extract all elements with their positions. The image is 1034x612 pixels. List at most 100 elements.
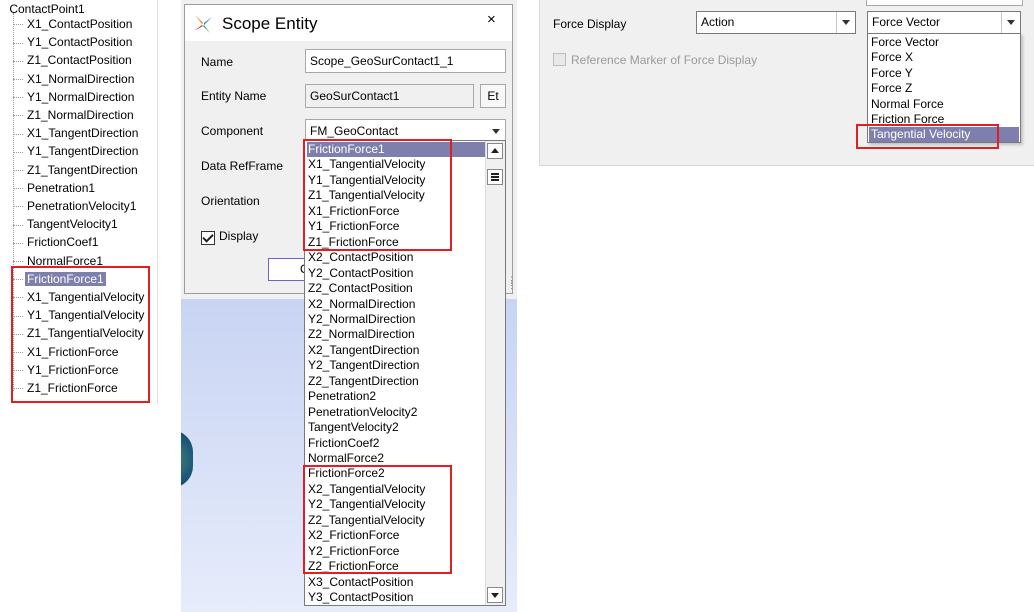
tree-item-label: FrictionForce1 <box>25 271 106 286</box>
tree-root-item[interactable]: ContactPoint1 <box>4 2 84 16</box>
tree-item-label: Z1_FrictionForce <box>27 381 118 395</box>
tree-item[interactable]: Z1_FrictionForce <box>13 380 120 397</box>
dropdown-option[interactable]: Z1_FrictionForce <box>307 235 486 250</box>
tree-item[interactable]: X1_TangentialVelocity <box>13 289 146 306</box>
chevron-down-icon[interactable] <box>836 12 855 33</box>
dropdown-option[interactable]: FrictionCoef2 <box>307 436 486 451</box>
tree-item[interactable]: X1_TangentDirection <box>13 125 140 142</box>
entity-name-field[interactable]: GeoSurContact1 <box>305 84 474 108</box>
dropdown-option[interactable]: Y3_ContactPosition <box>307 590 486 605</box>
dropdown-option[interactable]: Y2_ContactPosition <box>307 266 486 281</box>
tree-item-label: Z1_TangentDirection <box>27 162 138 177</box>
component-label: Component <box>201 124 264 138</box>
tree-connector <box>13 260 23 262</box>
reference-marker-checkbox[interactable] <box>553 53 566 66</box>
dropdown-option[interactable]: Y2_FrictionForce <box>307 544 486 559</box>
chevron-down-icon[interactable] <box>487 120 505 142</box>
tree-item[interactable]: X1_ContactPosition <box>13 16 134 33</box>
tree-item[interactable]: Y1_ContactPosition <box>13 34 134 51</box>
force-type-option[interactable]: Force Y <box>869 66 1019 81</box>
chevron-down-icon[interactable] <box>1001 12 1020 33</box>
scroll-down-icon[interactable] <box>487 587 503 603</box>
tree-item[interactable]: Z1_NormalDirection <box>13 107 136 124</box>
tree-connector <box>13 388 23 390</box>
force-type-option[interactable]: Force Vector <box>869 35 1019 50</box>
dropdown-option[interactable]: X2_NormalDirection <box>307 297 486 312</box>
dropdown-option[interactable]: Y2_NormalDirection <box>307 312 486 327</box>
tree-connector <box>13 42 23 44</box>
tree-connector <box>13 97 23 99</box>
splitter-grip-icon[interactable]: ⋮ ⋮ <box>507 276 517 292</box>
close-icon[interactable]: × <box>487 12 496 28</box>
dropdown-option[interactable]: X2_FrictionForce <box>307 528 486 543</box>
force-display-label: Force Display <box>553 17 627 31</box>
force-type-option[interactable]: Normal Force <box>869 97 1019 112</box>
tree-item[interactable]: Y1_TangentialVelocity <box>13 307 146 324</box>
tree-connector <box>13 133 23 135</box>
orientation-label: Orientation <box>201 194 260 208</box>
force-type-combo[interactable]: Force Vector <box>867 11 1021 34</box>
tree-item[interactable]: NormalForce1 <box>13 253 105 270</box>
component-dropdown-list[interactable]: FrictionForce1 X1_TangentialVelocity Y1_Ta… <box>304 140 506 606</box>
ok-button[interactable]: C <box>268 258 308 281</box>
dropdown-option[interactable]: X2_TangentialVelocity <box>307 482 486 497</box>
display-checkbox[interactable] <box>201 231 215 245</box>
tree-item-label: X1_TangentDirection <box>27 126 139 141</box>
dropdown-option[interactable]: Z1_TangentialVelocity <box>307 188 486 203</box>
tree-item[interactable]: Z1_TangentDirection <box>13 162 140 179</box>
force-display-panel: Force Display Action Force Vector Refere… <box>539 0 1034 166</box>
action-combo[interactable]: Action <box>696 11 856 34</box>
name-field[interactable]: Scope_GeoSurContact1_1 <box>305 49 506 73</box>
tree-item[interactable]: Penetration1 <box>13 180 97 197</box>
entity-select-button[interactable]: Et <box>480 84 506 108</box>
scope-entity-panel: Scope Entity × Name Scope_GeoSurContact1… <box>181 0 517 612</box>
dropdown-option[interactable]: Z2_FrictionForce <box>307 559 486 574</box>
dropdown-option[interactable]: Z2_TangentialVelocity <box>307 513 486 528</box>
tree-item[interactable]: Y1_FrictionForce <box>13 362 120 379</box>
force-type-option[interactable]: Tangential Velocity <box>869 127 1019 142</box>
tree-item[interactable]: Y1_NormalDirection <box>13 89 136 106</box>
tree-item[interactable]: Y1_TangentDirection <box>13 143 140 160</box>
dropdown-option[interactable]: X1_TangentialVelocity <box>307 157 486 172</box>
force-type-dropdown-list[interactable]: Force Vector Force X Force Y Force Z Normal … <box>867 33 1021 143</box>
dropdown-option[interactable]: FrictionForce1 <box>307 142 486 158</box>
scroll-thumb-grip-icon[interactable] <box>487 169 503 185</box>
tree-item[interactable]: X1_FrictionForce <box>13 344 120 361</box>
force-type-option[interactable]: Force Z <box>869 81 1019 96</box>
dropdown-option[interactable]: Y2_TangentialVelocity <box>307 497 486 512</box>
dropdown-option[interactable]: FrictionForce2 <box>307 466 486 481</box>
dropdown-option[interactable]: Y1_FrictionForce <box>307 219 486 234</box>
dropdown-option[interactable]: Penetration2 <box>307 389 486 404</box>
dialog-title-bar[interactable]: Scope Entity × <box>185 5 512 41</box>
component-combo-value: FM_GeoContact <box>310 124 399 138</box>
tree-connector <box>13 24 23 26</box>
dropdown-option[interactable]: Z2_ContactPosition <box>307 281 486 296</box>
dropdown-option[interactable]: NormalForce2 <box>307 451 486 466</box>
force-type-option[interactable]: Force X <box>869 50 1019 65</box>
tree-item[interactable]: FrictionCoef1 <box>13 234 100 251</box>
scroll-up-icon[interactable] <box>487 143 503 159</box>
tree-item[interactable]: Z1_TangentialVelocity <box>13 325 146 342</box>
tree-connector <box>13 224 23 226</box>
dropdown-scrollbar[interactable] <box>485 141 505 605</box>
data-refframe-label: Data RefFrame <box>201 159 284 173</box>
dropdown-option[interactable]: PenetrationVelocity2 <box>307 405 486 420</box>
dropdown-option[interactable]: Z2_NormalDirection <box>307 327 486 342</box>
force-type-option[interactable]: Friction Force <box>869 112 1019 127</box>
dropdown-option[interactable]: X3_ContactPosition <box>307 575 486 590</box>
dropdown-option[interactable]: Z2_TangentDirection <box>307 374 486 389</box>
dropdown-option[interactable]: Y2_TangentDirection <box>307 358 486 373</box>
tree-connector <box>13 115 23 117</box>
tree-item[interactable]: TangentVelocity1 <box>13 216 120 233</box>
dropdown-option[interactable]: X2_ContactPosition <box>307 250 486 265</box>
dropdown-option[interactable]: TangentVelocity2 <box>307 420 486 435</box>
tree-item[interactable]: PenetrationVelocity1 <box>13 198 138 215</box>
dropdown-option[interactable]: X1_FrictionForce <box>307 204 486 219</box>
tree-item[interactable]: Z1_ContactPosition <box>13 52 134 69</box>
dropdown-option[interactable]: Y1_TangentialVelocity <box>307 173 486 188</box>
dropdown-option[interactable]: X2_TangentDirection <box>307 343 486 358</box>
tree-item-label: NormalForce1 <box>27 253 104 268</box>
tree-item[interactable]: X1_NormalDirection <box>13 71 136 88</box>
dialog-title: Scope Entity <box>222 14 318 33</box>
tree-item[interactable]: FrictionForce1 <box>13 271 106 288</box>
